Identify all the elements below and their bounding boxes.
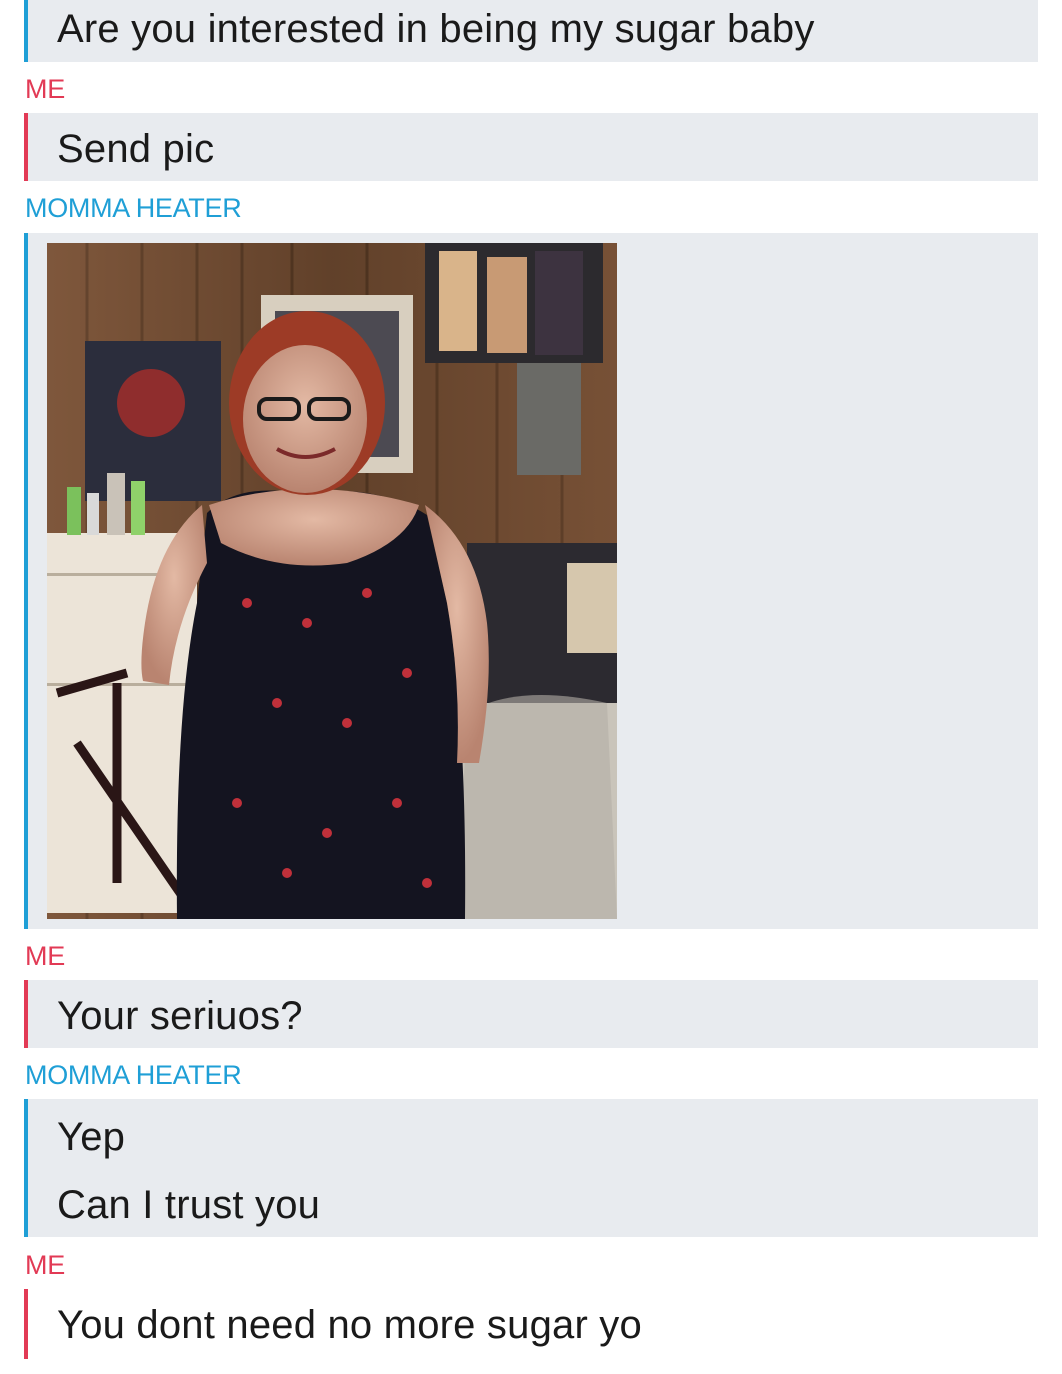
message-bubble-photo [24, 233, 1038, 929]
message-text: You dont need no more sugar yo [57, 1303, 642, 1347]
message-text: Can I trust you [57, 1183, 321, 1227]
message-bubble: Are you interested in being my sugar bab… [24, 0, 1038, 62]
sender-label: ME [25, 74, 65, 104]
sender-accent-bar [24, 113, 28, 181]
sender-accent-bar [24, 233, 28, 929]
sender-label: MOMMA HEATER [25, 193, 242, 223]
message-bubble: You dont need no more sugar yo [24, 1289, 1038, 1359]
sender-accent-bar [24, 0, 28, 62]
sender-accent-bar [24, 1289, 28, 1359]
sender-label: ME [25, 1250, 65, 1280]
message-bubble: Your seriuos? [24, 980, 1038, 1048]
message-bubble: Yep Can I trust you [24, 1099, 1038, 1237]
sender-label: MOMMA HEATER [25, 1060, 242, 1090]
sender-accent-bar [24, 1099, 28, 1237]
message-text: Are you interested in being my sugar bab… [57, 7, 815, 51]
sender-label: ME [25, 941, 65, 971]
message-bubble: Send pic [24, 113, 1038, 181]
photo-attachment[interactable] [47, 243, 617, 919]
photo-image [47, 243, 617, 919]
message-text: Yep [57, 1115, 126, 1159]
sender-accent-bar [24, 980, 28, 1048]
message-text: Send pic [57, 127, 215, 171]
message-text: Your seriuos? [57, 994, 303, 1038]
chat-transcript: Are you interested in being my sugar bab… [0, 0, 1062, 1374]
